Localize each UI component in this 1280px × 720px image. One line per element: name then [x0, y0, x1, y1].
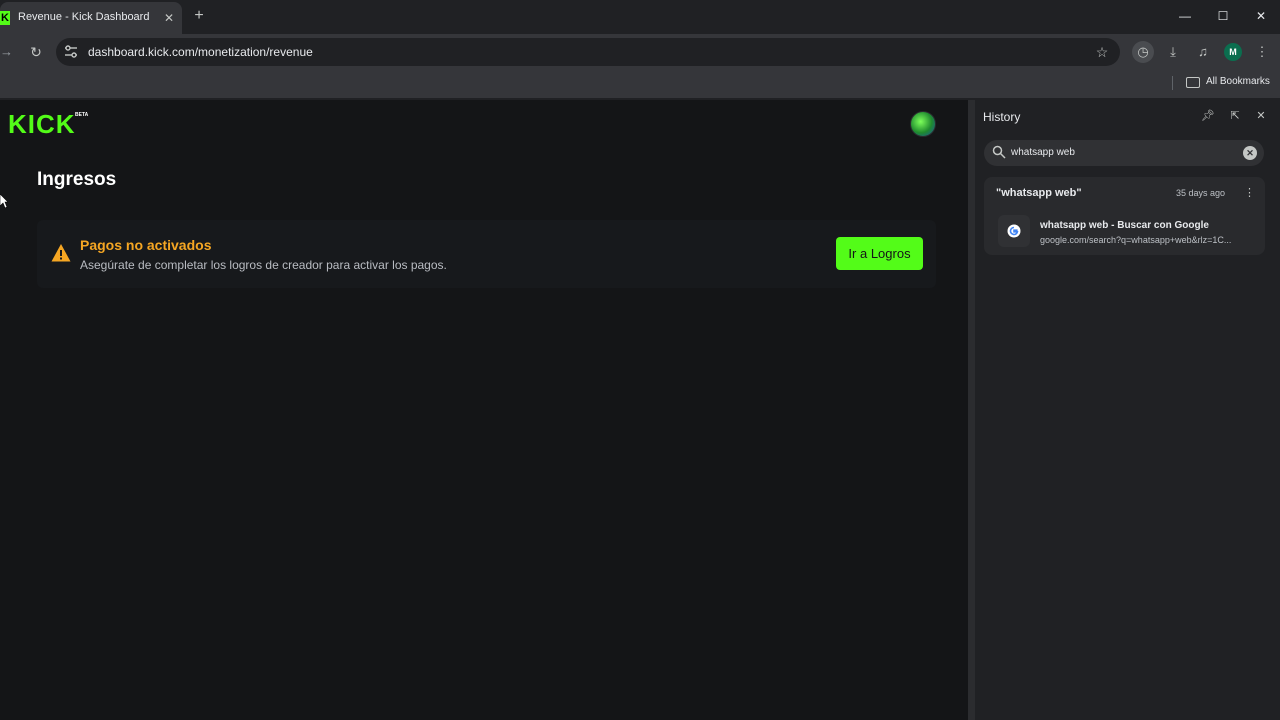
profile-avatar[interactable]: M	[1224, 43, 1242, 61]
tab-strip: K Revenue - Kick Dashboard ✕ + — ☐ ✕	[0, 0, 1280, 34]
window-close-icon[interactable]: ✕	[1250, 6, 1272, 26]
search-icon	[992, 145, 1006, 159]
history-entry-title: whatsapp web - Buscar con Google	[1040, 220, 1209, 231]
more-options-icon[interactable]: ⋮	[1244, 186, 1255, 200]
history-icon[interactable]: ◷	[1132, 41, 1154, 63]
close-panel-icon[interactable]: ✕	[1253, 108, 1269, 124]
history-entry[interactable]: whatsapp web - Buscar con Google google.…	[988, 211, 1260, 251]
site-info-icon[interactable]	[64, 44, 78, 60]
bookmarks-divider	[1172, 76, 1173, 90]
user-avatar[interactable]	[910, 111, 936, 137]
google-favicon	[998, 215, 1030, 247]
media-controls-icon[interactable]: ♫	[1192, 41, 1214, 63]
history-search-input[interactable]: whatsapp web ✕	[984, 140, 1264, 166]
browser-toolbar: → ↻ dashboard.kick.com/monetization/reve…	[0, 34, 1280, 70]
result-group-heading: "whatsapp web"	[996, 187, 1082, 199]
history-result-group: "whatsapp web" 35 days ago ⋮ whatsapp we…	[984, 177, 1265, 255]
tab-title: Revenue - Kick Dashboard	[18, 11, 150, 23]
forward-icon[interactable]: →	[0, 42, 13, 62]
beta-badge: BETA	[75, 112, 89, 118]
result-group-date: 35 days ago	[1176, 188, 1226, 198]
kick-logo[interactable]: KICK	[8, 111, 76, 137]
panel-title: History	[983, 110, 1021, 124]
pin-icon[interactable]: 📌︎	[1200, 108, 1216, 124]
warning-icon	[51, 244, 71, 262]
kick-favicon-icon: K	[0, 11, 10, 25]
page-content: KICK BETA Ingresos Pagos no activados As…	[0, 100, 968, 720]
all-bookmarks-link[interactable]: All Bookmarks	[1206, 76, 1270, 87]
tab-close-icon[interactable]: ✕	[162, 9, 176, 27]
search-value: whatsapp web	[1011, 147, 1075, 158]
folder-icon	[1186, 77, 1200, 88]
menu-icon[interactable]: ⋮	[1251, 41, 1273, 63]
new-tab-button[interactable]: +	[190, 6, 208, 26]
history-entry-url: google.com/search?q=whatsapp+web&rlz=1C.…	[1040, 235, 1232, 245]
history-side-panel: History 📌︎ ⇱ ✕ whatsapp web ✕ "whatsapp …	[975, 100, 1280, 720]
url-text: dashboard.kick.com/monetization/revenue	[88, 45, 313, 59]
tab-revenue[interactable]: K Revenue - Kick Dashboard ✕	[0, 2, 182, 34]
page-title: Ingresos	[37, 169, 117, 190]
download-icon[interactable]: ⤓	[1162, 41, 1184, 63]
bookmark-star-icon[interactable]: ☆	[1094, 42, 1110, 62]
mouse-cursor-icon	[0, 194, 8, 208]
go-to-achievements-button[interactable]: Ir a Logros	[836, 237, 923, 270]
alert-description: Asegúrate de completar los logros de cre…	[80, 258, 447, 272]
open-in-new-tab-icon[interactable]: ⇱	[1227, 108, 1243, 124]
address-bar[interactable]: dashboard.kick.com/monetization/revenue …	[56, 38, 1120, 66]
reload-icon[interactable]: ↻	[28, 42, 44, 62]
payments-alert: Pagos no activados Asegúrate de completa…	[37, 220, 936, 288]
bookmarks-bar: All Bookmarks	[0, 70, 1280, 98]
maximize-icon[interactable]: ☐	[1212, 6, 1234, 26]
minimize-icon[interactable]: —	[1174, 6, 1196, 26]
google-icon	[1007, 224, 1021, 238]
side-panel-resize-handle[interactable]	[968, 100, 975, 720]
clear-search-icon[interactable]: ✕	[1243, 146, 1257, 160]
alert-title: Pagos no activados	[80, 237, 212, 253]
